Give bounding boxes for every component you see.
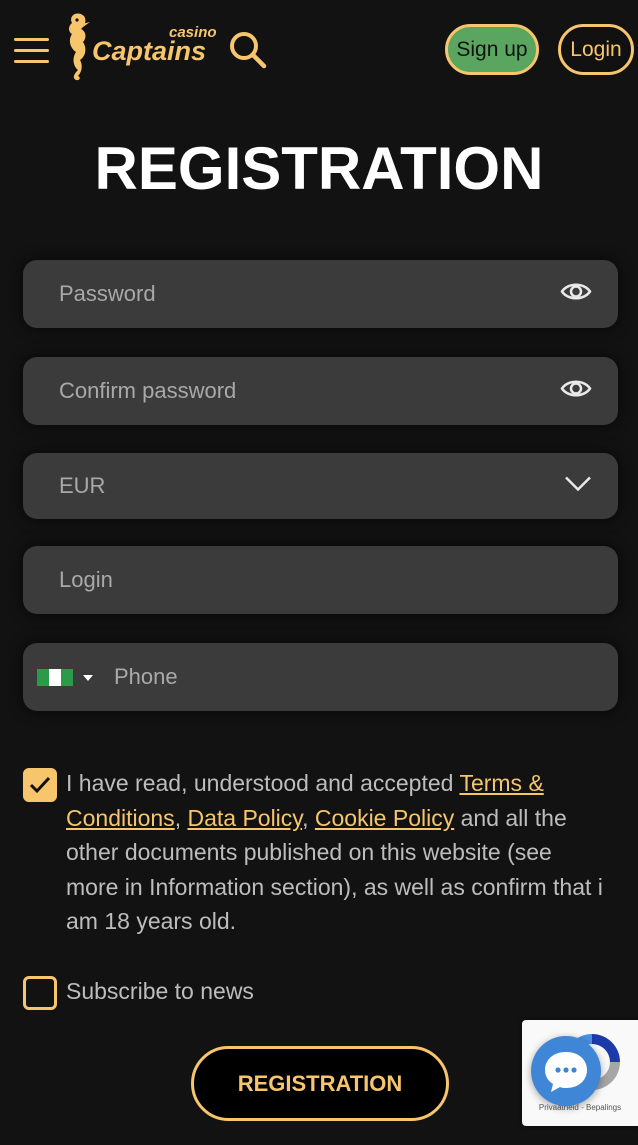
eye-icon[interactable] <box>560 281 592 308</box>
signup-button[interactable]: Sign up <box>445 24 539 75</box>
chat-icon <box>545 1052 587 1092</box>
terms-text: I have read, understood and accepted Ter… <box>66 766 606 939</box>
subscribe-checkbox[interactable] <box>23 976 57 1010</box>
subscribe-label[interactable]: Subscribe to news <box>66 978 254 1005</box>
page-title: REGISTRATION <box>94 135 544 202</box>
separator: , <box>302 804 315 831</box>
nigeria-flag-icon[interactable] <box>37 669 73 686</box>
currency-value: EUR <box>59 473 106 498</box>
checkmark-icon <box>29 776 51 794</box>
seahorse-icon <box>69 13 90 81</box>
login-field[interactable]: Login <box>23 546 618 614</box>
search-icon[interactable] <box>228 30 268 70</box>
confirm-password-placeholder: Confirm password <box>59 378 237 403</box>
phone-placeholder: Phone <box>114 664 178 689</box>
login-placeholder: Login <box>59 567 113 592</box>
password-placeholder: Password <box>59 281 156 306</box>
header: casino Captains Sign up Login <box>0 0 638 100</box>
eye-icon[interactable] <box>560 378 592 405</box>
password-field[interactable]: Password <box>23 260 618 328</box>
registration-button[interactable]: REGISTRATION <box>191 1046 449 1121</box>
phone-field[interactable]: Phone <box>23 643 618 711</box>
caret-down-icon[interactable] <box>83 675 93 681</box>
logo[interactable]: casino Captains <box>64 10 220 82</box>
menu-icon[interactable] <box>14 38 50 64</box>
chevron-down-icon[interactable] <box>564 476 592 497</box>
data-policy-link[interactable]: Data Policy <box>187 805 302 831</box>
terms-text-before: I have read, understood and accepted <box>66 770 460 796</box>
logo-text: Captains <box>92 36 207 66</box>
confirm-password-field[interactable]: Confirm password <box>23 357 618 425</box>
currency-select[interactable]: EUR <box>23 453 618 519</box>
cookie-policy-link[interactable]: Cookie Policy <box>315 805 454 831</box>
terms-checkbox[interactable] <box>23 768 57 802</box>
chat-bubble-button[interactable] <box>531 1036 601 1106</box>
login-button[interactable]: Login <box>558 24 634 75</box>
separator: , <box>174 804 188 831</box>
